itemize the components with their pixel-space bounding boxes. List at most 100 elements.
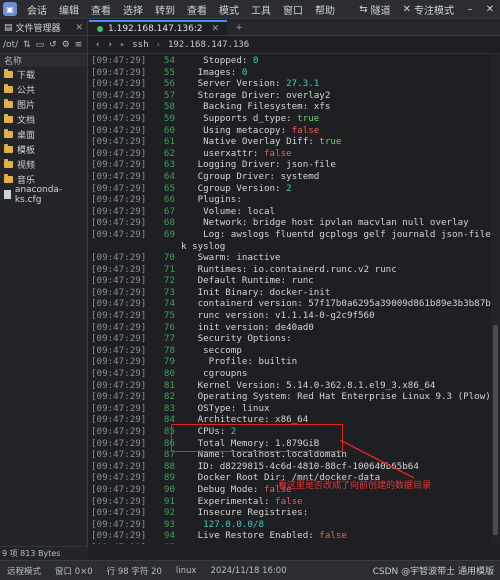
line-number: 76 [163,321,175,333]
line-timestamp: [09:47:29] [91,321,147,333]
menu-select[interactable]: 选择 [117,2,149,17]
line-number: 55 [163,66,175,78]
sidebar-item-templates[interactable]: 模板 [0,142,87,157]
back-icon[interactable]: ↺ [49,40,57,50]
path-label[interactable]: /ot/ [3,40,18,50]
line-text: Server Version: 27.3.1 [181,78,320,90]
line-timestamp: [09:47:29] [91,170,147,182]
line-text: cgroupns [181,368,248,380]
line-timestamp: [09:47:29] [91,182,147,194]
menu-icon[interactable]: ≡ [75,40,83,50]
name-column-header[interactable]: 名称 [0,54,87,67]
sidebar-item-desktop[interactable]: 桌面 [0,127,87,142]
menu-view-2[interactable]: 查看 [181,2,213,17]
focus-mode-button[interactable]: ✕ 专注模式 [397,2,460,17]
folder-icon [4,84,13,93]
nav-forward-icon[interactable]: › [107,40,112,50]
line-timestamp: [09:47:29] [91,228,147,240]
tab-bar: 1.192.168.147.136:2 ✕ + [89,20,500,36]
line-text: Stopped: 0 [181,55,259,66]
address-bar: ‹ › ▸ ssh › 192.168.147.136 [89,37,500,54]
line-text: Runtimes: io.containerd.runc.v2 runc [181,263,397,275]
menu-session[interactable]: 会话 [21,2,53,17]
line-number: 92 [163,507,175,519]
line-number: 62 [163,147,175,159]
menu-mode[interactable]: 模式 [213,2,245,17]
line-text: Swarm: inactive [181,252,281,264]
line-number: 58 [163,101,175,113]
folder-icon [4,129,13,138]
menu-edit[interactable]: 编辑 [53,2,85,17]
menu-help[interactable]: 帮助 [309,2,341,17]
sidebar-item-anaconda-cfg[interactable]: anaconda-ks.cfg [0,185,87,205]
scrollbar-thumb[interactable] [493,325,498,535]
new-folder-icon[interactable]: ▭ [36,40,45,50]
terminal-line: [09:47:29] 54 Stopped: 0 [89,55,491,67]
menu-bar: ▣ 会话 编辑 查看 选择 转到 查看 模式 工具 窗口 帮助 ⇆ 隧道 ✕ 专… [0,0,500,19]
tunnel-button[interactable]: ⇆ 隧道 [353,2,396,17]
folder-icon [4,69,13,78]
terminal-line: [09:47:29] 60 Using metacopy: false [89,125,491,137]
focus-close-icon: ✕ [402,3,411,15]
tab-session[interactable]: 1.192.168.147.136:2 ✕ [89,20,228,35]
terminal-line: [09:47:29] 67 Volume: local [89,206,491,218]
panel-close-icon[interactable]: ✕ [75,23,83,33]
nav-back-icon[interactable]: ‹ [95,40,100,50]
line-text: Security Options: [181,333,292,345]
annotation-highlight-box [171,424,343,452]
sidebar-item-documents[interactable]: 文档 [0,112,87,127]
line-number: 80 [163,368,175,380]
line-timestamp: [09:47:29] [91,112,147,124]
line-timestamp: [09:47:29] [91,298,147,310]
terminal-line: [09:47:29] 66 Plugins: [89,194,491,206]
line-number: 67 [163,205,175,217]
line-number: 73 [163,286,175,298]
line-timestamp: [09:47:29] [91,379,147,391]
sidebar-item-pictures[interactable]: 图片 [0,97,87,112]
tunnel-icon: ⇆ [359,3,368,15]
line-number: 64 [163,170,175,182]
tab-label: 1.192.168.147.136:2 [108,23,203,34]
sidebar-item-downloads[interactable]: 下载 [0,67,87,82]
line-number: 72 [163,275,175,287]
line-timestamp: [09:47:29] [89,542,155,544]
line-timestamp: [09:47:29] [91,136,147,148]
terminal-line: [09:47:29] 76 init version: de40ad0 [89,322,491,334]
status-os: linux [175,565,197,576]
line-text: OSType: linux [181,402,270,414]
line-number: 68 [163,217,175,229]
menu-window[interactable]: 窗口 [277,2,309,17]
line-number: 78 [163,344,175,356]
menu-view[interactable]: 查看 [85,2,117,17]
line-number: 56 [163,78,175,90]
terminal-line: [09:47:29] 64 Cgroup Driver: systemd [89,171,491,183]
tab-close-icon[interactable]: ✕ [212,24,220,34]
host-label[interactable]: 192.168.147.136 [168,40,249,50]
line-text: seccomp [181,344,242,356]
connection-status-icon [97,25,103,32]
new-tab-icon[interactable]: + [227,20,251,35]
file-icon [4,190,11,199]
menu-tools[interactable]: 工具 [245,2,277,17]
terminal-line: [09:47:29] 74 containerd version: 57f17b0… [89,298,491,310]
line-number: 70 [163,252,175,264]
sidebar-item-public[interactable]: 公共 [0,82,87,97]
line-timestamp: [09:47:29] [91,333,147,345]
line-number: 90 [163,483,175,495]
line-number: 83 [163,402,175,414]
file-manager-icon: ▤ [4,22,13,33]
terminal-line: [09:47:29] 75 runc version: v1.1.14-0-g2c… [89,310,491,322]
status-cursor: 行 98 字符 20 [106,566,162,577]
sort-icon[interactable]: ⇅ [23,40,31,50]
close-window-icon[interactable]: ✕ [480,4,500,15]
terminal-line: [09:47:29] 93 127.0.0.0/8 [89,519,491,531]
sidebar-item-videos[interactable]: 视频 [0,157,87,172]
terminal-line: [09:47:29] 59 Supports d_type: true [89,113,491,125]
line-number: 59 [163,112,175,124]
line-number: 61 [163,136,175,148]
line-timestamp: [09:47:29] [91,205,147,217]
menu-goto[interactable]: 转到 [149,2,181,17]
settings-icon[interactable]: ⚙ [62,40,70,50]
minimize-icon[interactable]: – [460,4,480,15]
watermark: CSDN @宇智波带土 通用模版 [372,567,494,577]
